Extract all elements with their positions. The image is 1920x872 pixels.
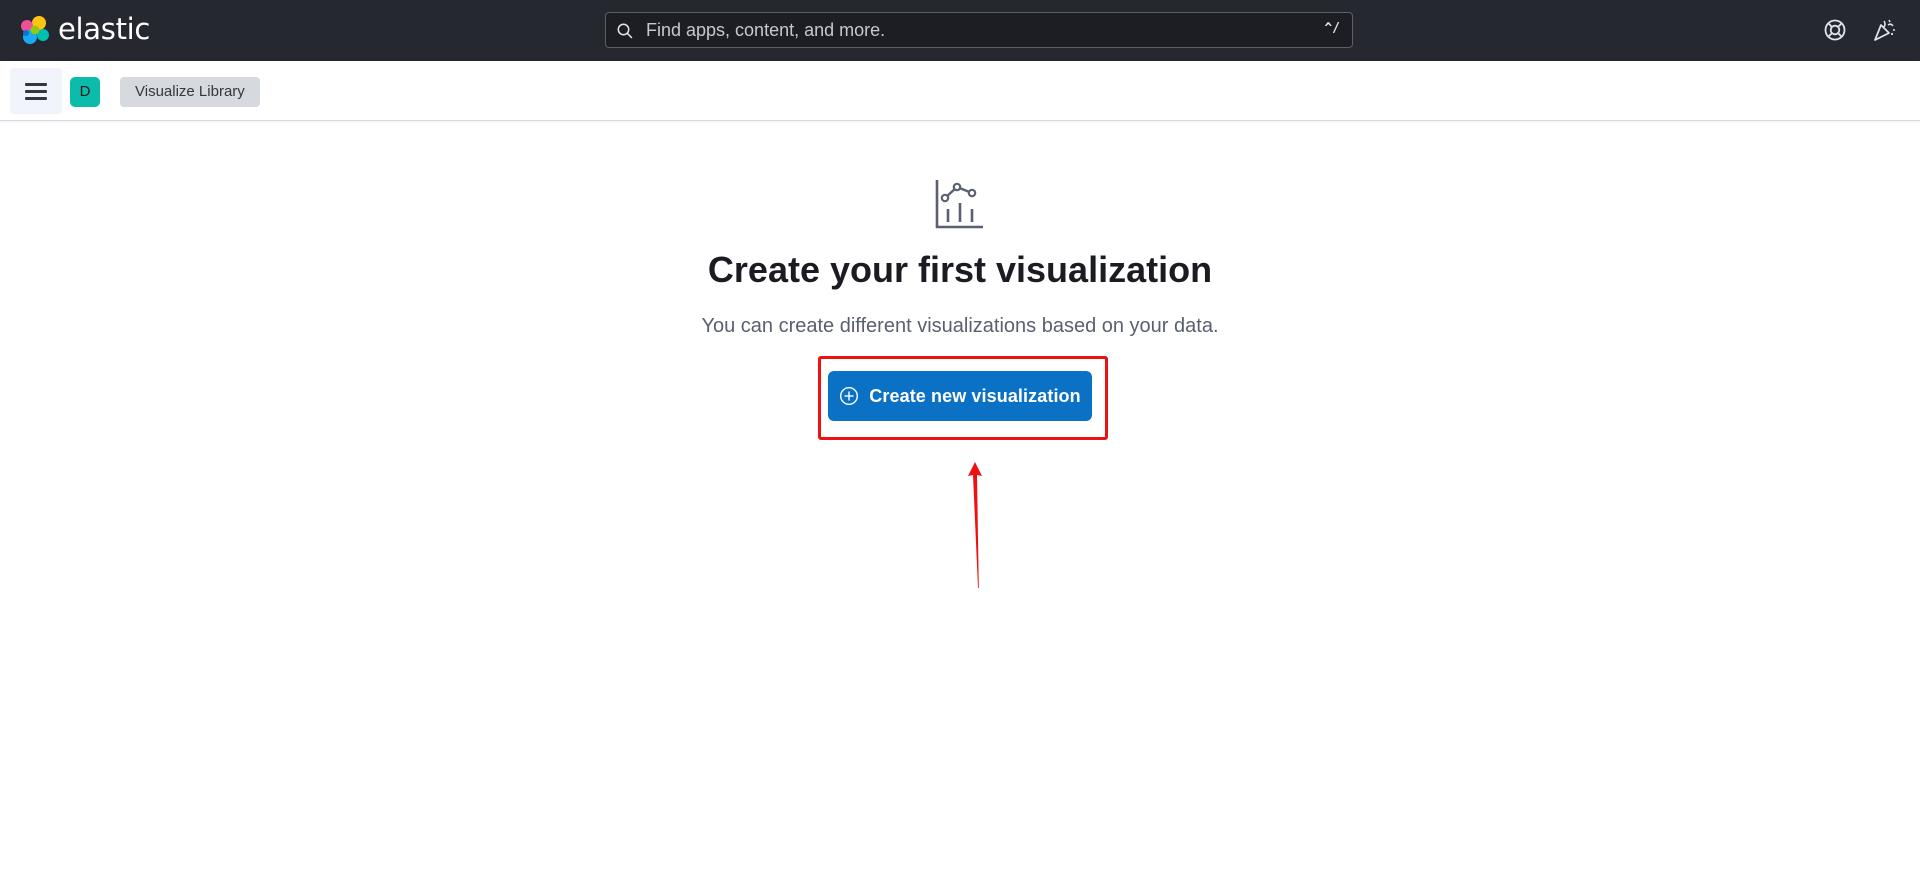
empty-prompt-title: Create your first visualization (707, 249, 1213, 290)
news-icon[interactable] (1871, 17, 1897, 43)
plus-in-circle-icon (840, 386, 859, 406)
top-header: elastic ^/ (0, 0, 1920, 61)
global-search-input[interactable] (646, 13, 1286, 47)
hamburger-menu-icon-bar (25, 97, 47, 100)
secondary-nav-bar: D Visualize Library (0, 61, 1920, 121)
search-shortcut-hint: ^/ (1324, 21, 1340, 36)
annotation-arrow (968, 462, 982, 588)
search-icon (617, 23, 633, 39)
visualize-app-icon (935, 180, 983, 229)
brand-name: elastic (58, 12, 151, 46)
space-avatar[interactable]: D (70, 77, 100, 107)
global-search-box[interactable]: ^/ (605, 12, 1353, 48)
elastic-logo-icon (21, 16, 49, 44)
elastic-home-link[interactable]: elastic (19, 12, 151, 47)
help-icon[interactable] (1822, 17, 1848, 43)
hamburger-menu-icon-bar (25, 90, 47, 93)
hamburger-menu-icon (25, 83, 47, 86)
create-new-visualization-button[interactable]: Create new visualization (828, 371, 1092, 421)
breadcrumb-visualize-library[interactable]: Visualize Library (120, 77, 260, 107)
hamburger-menu-button[interactable] (10, 68, 62, 114)
create-button-label: Create new visualization (869, 385, 1081, 406)
empty-prompt-body: You can create different visualizations … (701, 315, 1219, 337)
